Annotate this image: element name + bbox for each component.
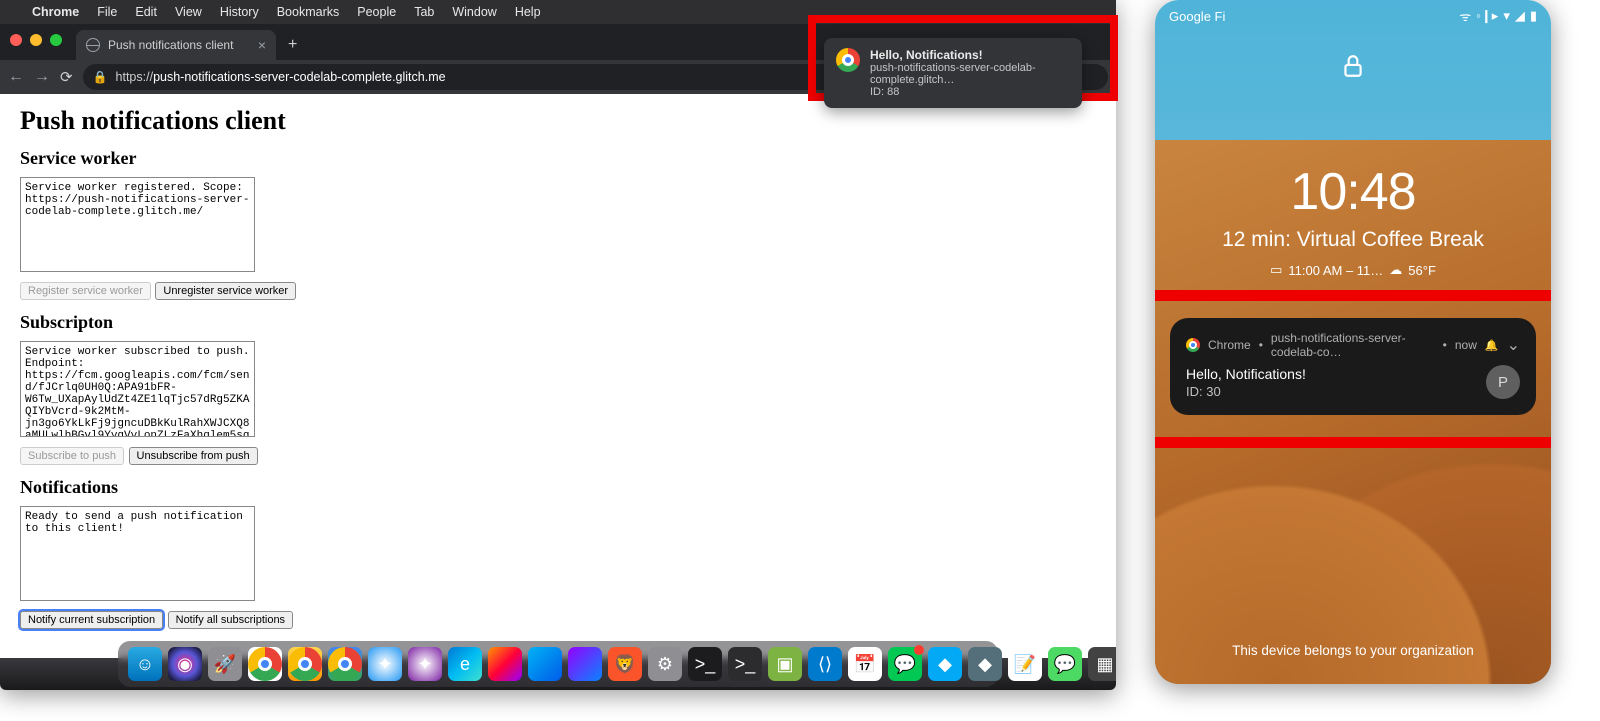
camtasia-icon[interactable]: ▣	[768, 647, 802, 681]
messages-icon[interactable]: 💬	[1048, 647, 1082, 681]
iterm-icon[interactable]: >_	[728, 647, 762, 681]
desktop-notification[interactable]: Hello, Notifications! push-notifications…	[824, 38, 1082, 108]
siri-icon[interactable]: ◉	[168, 647, 202, 681]
chrome-canary-icon[interactable]	[288, 647, 322, 681]
url-prefix: https://	[116, 70, 154, 84]
unsubscribe-from-push-button[interactable]: Unsubscribe from push	[129, 447, 258, 465]
notification-body: ID: 30	[1186, 384, 1306, 399]
subscription-status-textarea[interactable]	[20, 341, 255, 437]
tab-close-button[interactable]: ×	[258, 37, 266, 53]
phone-notification[interactable]: Chrome • push-notifications-server-codel…	[1170, 318, 1536, 415]
notification-body: ID: 88	[870, 86, 1070, 98]
notifications-status-textarea[interactable]	[20, 506, 255, 601]
menu-edit[interactable]: Edit	[135, 5, 157, 19]
maximize-window-button[interactable]	[50, 34, 62, 46]
globe-icon	[86, 38, 100, 52]
chevron-down-icon[interactable]: ⌄	[1507, 335, 1520, 355]
menu-people[interactable]: People	[357, 5, 396, 19]
status-icons: ᯤ ◦❙▸ ▾ ◢ ▮	[1459, 7, 1537, 25]
macos-dock: ☺◉🚀✦✦e🦁⚙>_>_▣⟨⟩📅💬◆◆📝💬▦🗑	[118, 641, 998, 687]
notification-app: Chrome	[1208, 338, 1251, 352]
register-service-worker-button: Register service worker	[20, 282, 151, 300]
url-domain: push-notifications-server-codelab-comple…	[153, 70, 446, 84]
terminal-icon[interactable]: >_	[688, 647, 722, 681]
menu-history[interactable]: History	[220, 5, 259, 19]
menu-tab[interactable]: Tab	[414, 5, 434, 19]
menu-bookmarks[interactable]: Bookmarks	[277, 5, 340, 19]
new-tab-button[interactable]: +	[282, 36, 303, 60]
menu-file[interactable]: File	[97, 5, 117, 19]
section-notifications-heading: Notifications	[20, 477, 1096, 498]
back-button[interactable]: ←	[8, 68, 24, 86]
tab-title: Push notifications client	[108, 38, 233, 52]
close-window-button[interactable]	[10, 34, 22, 46]
calendar-icon[interactable]: 📅	[848, 647, 882, 681]
notification-header: Chrome • push-notifications-server-codel…	[1186, 331, 1520, 359]
notification-source: push-notifications-server-codelab-comple…	[870, 62, 1070, 86]
app2-icon[interactable]: ◆	[968, 647, 1002, 681]
app3-icon[interactable]: ▦	[1088, 647, 1116, 681]
unregister-service-worker-button[interactable]: Unregister service worker	[155, 282, 296, 300]
wifi-icon: ▾	[1503, 8, 1510, 24]
minimize-window-button[interactable]	[30, 34, 42, 46]
subscribe-to-push-button: Subscribe to push	[20, 447, 124, 465]
event-time: 11:00 AM – 11…	[1288, 263, 1383, 278]
vscode-icon[interactable]: ⟨⟩	[808, 647, 842, 681]
lockscreen-event: 12 min: Virtual Coffee Break	[1155, 228, 1551, 252]
service-worker-status-textarea[interactable]	[20, 177, 255, 272]
phone-status-bar: Google Fi ᯤ ◦❙▸ ▾ ◢ ▮	[1155, 0, 1551, 29]
menu-view[interactable]: View	[175, 5, 202, 19]
browser-tab[interactable]: Push notifications client ×	[76, 30, 276, 60]
page-content: Push notifications client Service worker…	[0, 94, 1116, 659]
signal-icon: ◢	[1515, 8, 1525, 24]
calendar-icon: ▭	[1270, 262, 1282, 278]
carrier-label: Google Fi	[1169, 9, 1225, 24]
section-subscription-heading: Subscripton	[20, 312, 1096, 333]
chrome-icon[interactable]	[248, 647, 282, 681]
lockscreen-clock: 10:48	[1155, 162, 1551, 222]
chrome-icon	[836, 48, 860, 72]
firefox-icon[interactable]	[488, 647, 522, 681]
page-title: Push notifications client	[20, 106, 1096, 136]
notify-all-subscriptions-button[interactable]: Notify all subscriptions	[168, 611, 293, 629]
notify-current-subscription-button[interactable]: Notify current subscription	[20, 611, 163, 629]
hotspot-icon: ᯤ	[1459, 7, 1471, 25]
reload-button[interactable]: ⟳	[60, 68, 73, 86]
notification-avatar: P	[1486, 365, 1520, 399]
vibrate-icon: ◦❙▸	[1476, 8, 1498, 24]
firefox-de-icon[interactable]	[528, 647, 562, 681]
lockscreen-footer: This device belongs to your organization	[1155, 643, 1551, 658]
safari-tp-icon[interactable]: ✦	[408, 647, 442, 681]
launchpad-icon[interactable]: 🚀	[208, 647, 242, 681]
weather-cloud-icon: ☁	[1389, 262, 1402, 278]
edge-icon[interactable]: e	[448, 647, 482, 681]
brave-icon[interactable]: 🦁	[608, 647, 642, 681]
chat-icon[interactable]: 💬	[888, 647, 922, 681]
lock-icon	[1155, 53, 1551, 84]
notification-source: push-notifications-server-codelab-co…	[1271, 331, 1435, 359]
lockscreen-info-row: ▭ 11:00 AM – 11… ☁ 56°F	[1155, 262, 1551, 278]
chrome-dev-icon[interactable]	[328, 647, 362, 681]
notification-title: Hello, Notifications!	[1186, 366, 1306, 382]
section-service-worker-heading: Service worker	[20, 148, 1096, 169]
window-controls	[10, 34, 62, 46]
app-menu[interactable]: Chrome	[32, 5, 79, 19]
notification-title: Hello, Notifications!	[870, 48, 1070, 62]
preferences-icon[interactable]: ⚙	[648, 647, 682, 681]
lock-icon: 🔒	[93, 70, 108, 84]
notification-time: now	[1455, 338, 1477, 352]
notes-icon[interactable]: 📝	[1008, 647, 1042, 681]
chrome-icon	[1186, 338, 1200, 352]
weather-temp: 56°F	[1408, 263, 1436, 278]
menu-window[interactable]: Window	[452, 5, 496, 19]
app1-icon[interactable]: ◆	[928, 647, 962, 681]
safari-icon[interactable]: ✦	[368, 647, 402, 681]
phone-screenshot: Google Fi ᯤ ◦❙▸ ▾ ◢ ▮ 10:48 12 min: Virt…	[1155, 0, 1551, 684]
menu-help[interactable]: Help	[515, 5, 541, 19]
forward-button[interactable]: →	[34, 68, 50, 86]
battery-icon: ▮	[1530, 8, 1537, 24]
bell-icon: 🔔	[1485, 339, 1499, 352]
firefox-nightly-icon[interactable]	[568, 647, 602, 681]
finder-icon[interactable]: ☺	[128, 647, 162, 681]
